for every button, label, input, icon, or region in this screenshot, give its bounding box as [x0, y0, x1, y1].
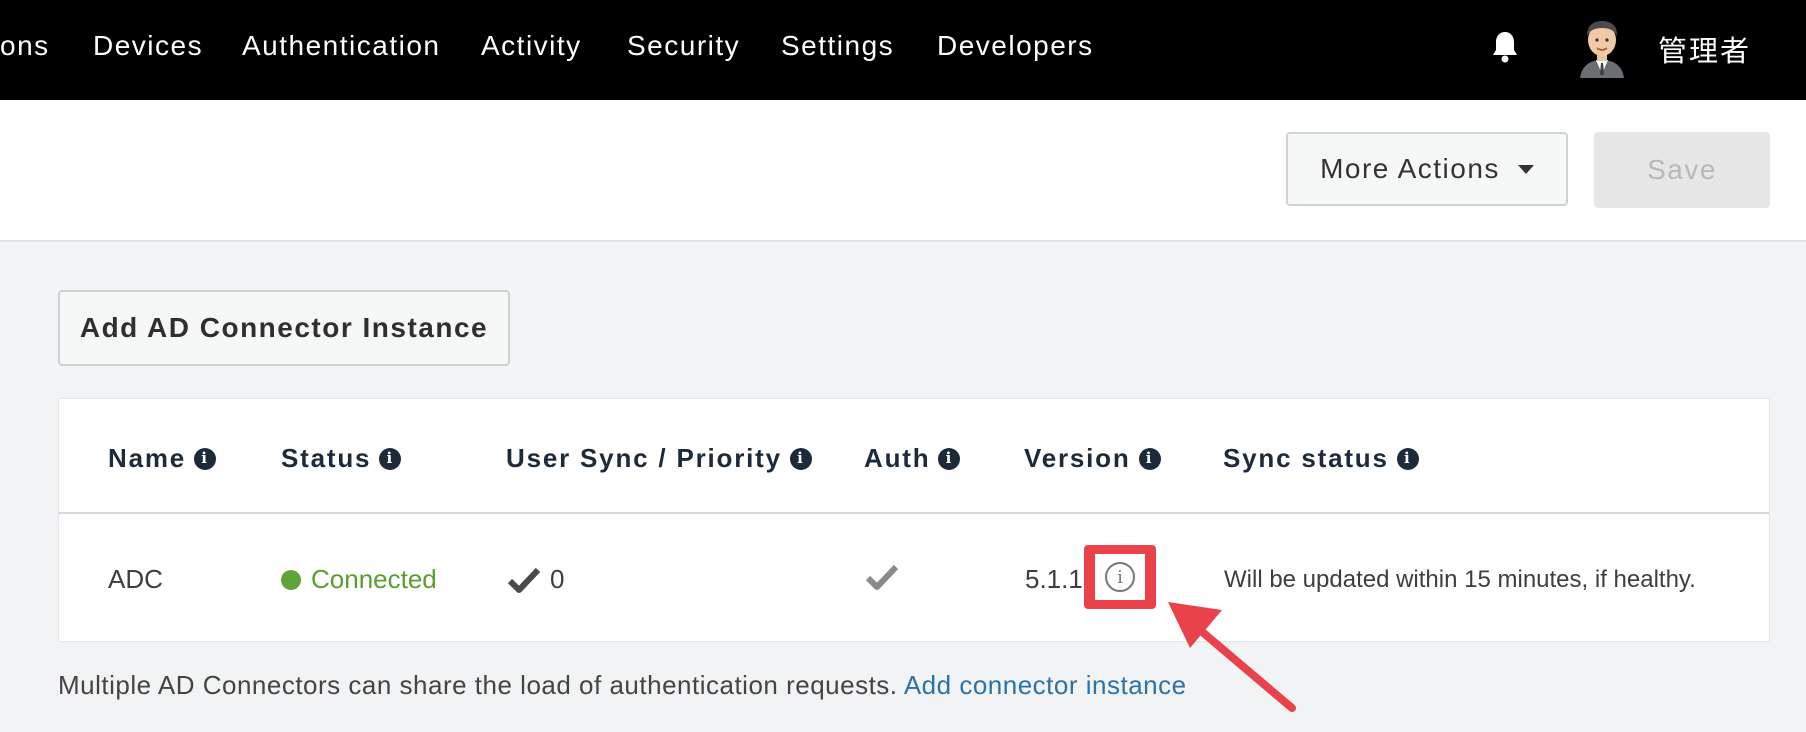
status-text: Connected	[311, 564, 437, 594]
status-dot-icon	[281, 569, 301, 590]
checkmark-icon	[508, 567, 540, 593]
nav-item-activity[interactable]: Activity	[481, 30, 582, 62]
nav-item-devices[interactable]: Devices	[93, 30, 203, 62]
info-icon[interactable]: i	[938, 447, 961, 470]
cell-sync-status: Will be updated within 15 minutes, if he…	[1224, 566, 1696, 593]
column-header-label: Sync status	[1223, 443, 1389, 473]
more-actions-label: More Actions	[1320, 153, 1500, 184]
avatar-icon[interactable]	[1576, 18, 1628, 78]
version-info-highlight: i	[1084, 545, 1156, 609]
cell-auth	[866, 564, 898, 590]
info-icon[interactable]: i	[1138, 447, 1161, 470]
top-navigation: ons Devices Authentication Activity Secu…	[0, 0, 1806, 100]
column-header-sync-status: Sync status i	[1223, 443, 1419, 474]
page-header: More Actions Save	[0, 100, 1806, 242]
cell-name: ADC	[108, 564, 163, 594]
column-header-version: Version i	[1024, 443, 1161, 474]
nav-item-authentication[interactable]: Authentication	[242, 30, 440, 62]
info-icon[interactable]: i	[1396, 447, 1419, 470]
user-sync-value: 0	[550, 564, 565, 594]
column-header-auth: Auth i	[864, 443, 961, 474]
connector-table: Name i Status i User Sync / Priority i A…	[58, 398, 1770, 642]
cell-version: 5.1.1	[1025, 564, 1083, 594]
chevron-down-icon	[1517, 164, 1534, 174]
info-icon[interactable]: i	[379, 447, 402, 470]
annotation-arrow-icon	[1168, 602, 1296, 712]
info-icon[interactable]: i	[194, 447, 217, 470]
header-divider	[59, 512, 1769, 514]
checkmark-icon	[866, 564, 898, 590]
column-header-label: User Sync / Priority	[506, 443, 782, 473]
column-header-name: Name i	[108, 443, 217, 474]
bell-icon[interactable]	[1490, 30, 1520, 64]
add-connector-instance-link[interactable]: Add connector instance	[904, 670, 1187, 700]
footer-text: Multiple AD Connectors can share the loa…	[58, 670, 898, 700]
column-header-label: Version	[1024, 443, 1131, 473]
nav-item-developers[interactable]: Developers	[937, 30, 1094, 62]
nav-item-settings[interactable]: Settings	[781, 30, 894, 62]
column-header-user-sync: User Sync / Priority i	[506, 443, 812, 474]
column-header-status: Status i	[281, 443, 402, 474]
add-ad-connector-instance-button[interactable]: Add AD Connector Instance	[58, 290, 510, 366]
user-name[interactable]: 管理者	[1658, 28, 1751, 70]
footer-note: Multiple AD Connectors can share the loa…	[58, 670, 1187, 701]
info-circle-icon: i	[1105, 562, 1135, 592]
info-icon[interactable]: i	[789, 447, 812, 470]
nav-item-security[interactable]: Security	[627, 30, 740, 62]
column-header-label: Auth	[864, 443, 931, 473]
cell-status: Connected	[281, 564, 437, 595]
column-header-label: Name	[108, 443, 187, 473]
save-button[interactable]: Save	[1594, 132, 1770, 208]
version-info-button[interactable]: i	[1095, 554, 1145, 600]
column-header-label: Status	[281, 443, 372, 473]
nav-item-applications[interactable]: ons	[0, 30, 50, 62]
cell-user-sync: 0	[508, 564, 564, 595]
more-actions-button[interactable]: More Actions	[1286, 132, 1568, 206]
